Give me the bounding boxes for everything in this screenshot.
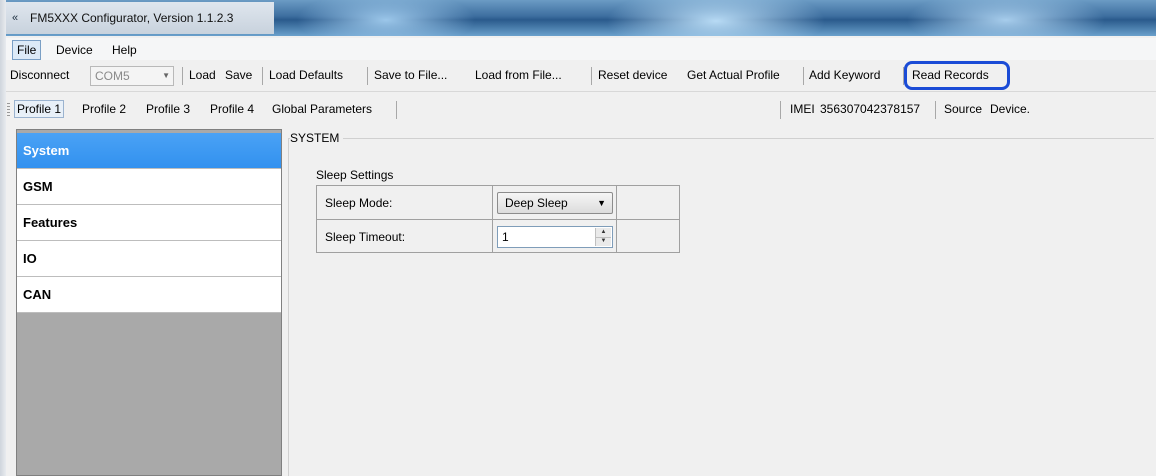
menu-help[interactable]: Help [108, 41, 141, 59]
load-from-file-button[interactable]: Load from File... [475, 68, 562, 82]
toolbar-separator [182, 67, 183, 85]
imei-value: 356307042378157 [820, 102, 921, 116]
sleep-timeout-stepper[interactable]: 1 ▲ ▼ [497, 226, 613, 248]
chevron-down-icon: ▼ [597, 198, 606, 208]
tab-profile-4[interactable]: Profile 4 [210, 102, 254, 116]
category-sidebar: System GSM Features IO CAN [16, 129, 282, 476]
sleep-mode-extra-cell [617, 186, 679, 220]
sleep-settings-grid: Sleep Mode: Sleep Timeout: Deep Sleep ▼ … [316, 185, 680, 253]
menu-file[interactable]: File [12, 40, 42, 60]
source-value: Device. [990, 102, 1031, 116]
sleep-mode-dropdown[interactable]: Deep Sleep ▼ [497, 192, 613, 214]
profile-bar: Profile 1 Profile 2 Profile 3 Profile 4 … [6, 97, 1156, 121]
sleep-timeout-value: 1 [502, 230, 509, 244]
add-keyword-button[interactable]: Add Keyword [809, 68, 880, 82]
menu-device[interactable]: Device [52, 41, 97, 59]
get-actual-profile-button[interactable]: Get Actual Profile [687, 68, 780, 82]
stepper-down-icon[interactable]: ▼ [596, 237, 611, 246]
read-records-highlight [904, 61, 1010, 90]
port-combo[interactable]: COM5 ▼ [90, 66, 174, 86]
sleep-timeout-label: Sleep Timeout: [325, 230, 406, 244]
title-bar: « FM5XXX Configurator, Version 1.1.2.3 [6, 0, 1156, 36]
sleep-mode-label: Sleep Mode: [325, 196, 393, 210]
disconnect-button[interactable]: Disconnect [10, 68, 69, 82]
window-title: FM5XXX Configurator, Version 1.1.2.3 [30, 11, 234, 25]
sleep-mode-label-cell: Sleep Mode: [317, 186, 493, 220]
toolbar-separator [780, 101, 781, 119]
tab-profile-2[interactable]: Profile 2 [82, 102, 126, 116]
toolbar-separator [367, 67, 368, 85]
sidebar-item-system[interactable]: System [17, 133, 281, 169]
source-label: Source [944, 102, 983, 116]
group-title: SYSTEM [290, 131, 344, 145]
sleep-timeout-label-cell: Sleep Timeout: [317, 220, 493, 252]
imei-label: IMEI [790, 102, 815, 116]
sidebar-item-gsm[interactable]: GSM [17, 169, 281, 205]
toolbar-separator [262, 67, 263, 85]
tab-profile-3[interactable]: Profile 3 [146, 102, 190, 116]
save-to-file-button[interactable]: Save to File... [374, 68, 447, 82]
load-defaults-button[interactable]: Load Defaults [269, 68, 343, 82]
toolbar-separator [396, 101, 397, 119]
sidebar-item-can[interactable]: CAN [17, 277, 281, 313]
chevron-down-icon: ▼ [162, 71, 170, 80]
configurator-app-icon: « [12, 12, 19, 24]
toolbar-grip-icon [7, 103, 10, 117]
sidebar-item-features[interactable]: Features [17, 205, 281, 241]
title-pane: « FM5XXX Configurator, Version 1.1.2.3 [6, 2, 274, 34]
toolbar-separator [803, 67, 804, 85]
tab-global-parameters[interactable]: Global Parameters [272, 102, 372, 116]
system-group: SYSTEM [288, 131, 1154, 476]
sidebar-item-io[interactable]: IO [17, 241, 281, 277]
toolbar-separator [591, 67, 592, 85]
menu-bar: File Device Help [6, 38, 1156, 60]
reset-device-button[interactable]: Reset device [598, 68, 667, 82]
toolbar-separator [935, 101, 936, 119]
toolbar: Disconnect COM5 ▼ Load Save Load Default… [6, 61, 1156, 92]
port-value: COM5 [95, 69, 130, 83]
save-button[interactable]: Save [225, 68, 252, 82]
load-button[interactable]: Load [189, 68, 216, 82]
sleep-mode-value: Deep Sleep [505, 196, 568, 210]
sleep-settings-title: Sleep Settings [316, 168, 394, 182]
tab-profile-1[interactable]: Profile 1 [14, 100, 65, 118]
